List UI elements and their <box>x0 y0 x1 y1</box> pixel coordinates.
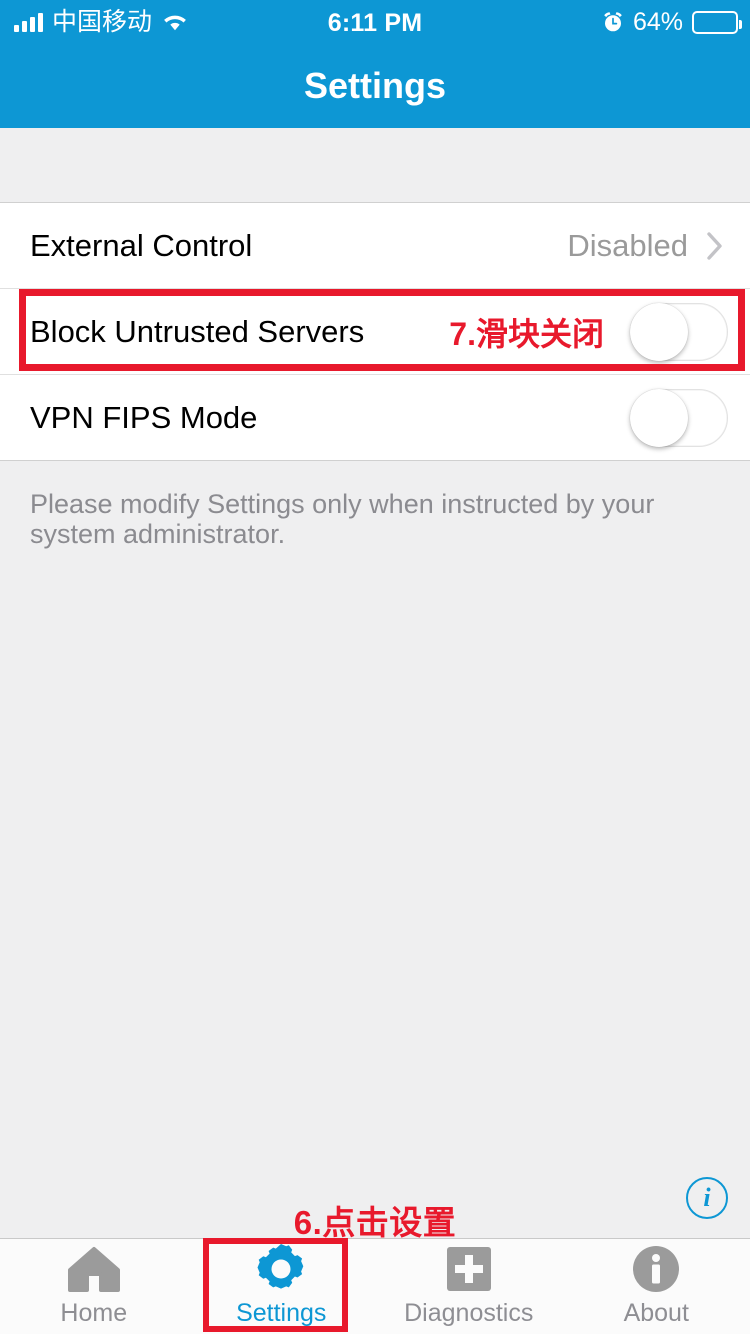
status-bar: 中国移动 6:11 PM 64% <box>0 0 750 44</box>
row-accessory: 7.滑块关闭 <box>449 302 728 361</box>
tab-diagnostics[interactable]: Diagnostics <box>375 1239 563 1334</box>
tab-about[interactable]: About <box>563 1239 750 1334</box>
tab-label: Settings <box>236 1299 327 1327</box>
row-label: External Control <box>30 227 253 263</box>
annotation-tab-hint: 6.点击设置 <box>293 1204 457 1241</box>
tab-bar: Home Settings Diagnostics About <box>0 1238 750 1334</box>
row-value: Disabled <box>567 227 688 263</box>
tab-settings[interactable]: Settings <box>188 1239 376 1334</box>
settings-row-vpn-fips-mode[interactable]: VPN FIPS Mode <box>0 375 750 461</box>
tab-home[interactable]: Home <box>0 1239 188 1334</box>
row-label: VPN FIPS Mode <box>30 399 258 435</box>
info-circle-filled-icon <box>631 1245 681 1293</box>
settings-table: External Control Disabled Block Untruste… <box>0 203 750 461</box>
row-accessory: Disabled <box>567 228 728 264</box>
alarm-clock-icon <box>602 11 624 33</box>
settings-row-block-untrusted-servers[interactable]: Block Untrusted Servers 7.滑块关闭 <box>0 289 750 375</box>
navigation-bar: Settings <box>0 44 750 128</box>
toggle-block-untrusted-servers[interactable] <box>630 302 728 361</box>
tab-label: Diagnostics <box>404 1299 534 1327</box>
chevron-right-icon <box>706 231 724 261</box>
phone-screen: 中国移动 6:11 PM 64% Settings External Contr… <box>0 0 750 1334</box>
tab-label: About <box>623 1299 689 1327</box>
status-bar-right: 64% <box>602 0 742 44</box>
toggle-knob <box>630 388 688 447</box>
annotation-row-hint: 7.滑块关闭 <box>449 315 604 352</box>
row-label: Block Untrusted Servers <box>30 313 365 349</box>
gear-icon <box>255 1244 307 1293</box>
plus-square-icon <box>445 1245 493 1293</box>
table-header-spacer <box>0 128 750 203</box>
settings-footer-note: Please modify Settings only when instruc… <box>30 489 655 550</box>
page-title: Settings <box>303 65 446 106</box>
toggle-vpn-fips-mode[interactable] <box>630 388 728 447</box>
battery-icon <box>692 10 742 34</box>
tab-label: Home <box>60 1299 128 1327</box>
row-accessory <box>630 388 728 447</box>
home-icon <box>67 1245 120 1293</box>
toggle-knob <box>630 302 688 361</box>
battery-percent-label: 64% <box>632 7 683 36</box>
settings-row-external-control[interactable]: External Control Disabled <box>0 203 750 289</box>
